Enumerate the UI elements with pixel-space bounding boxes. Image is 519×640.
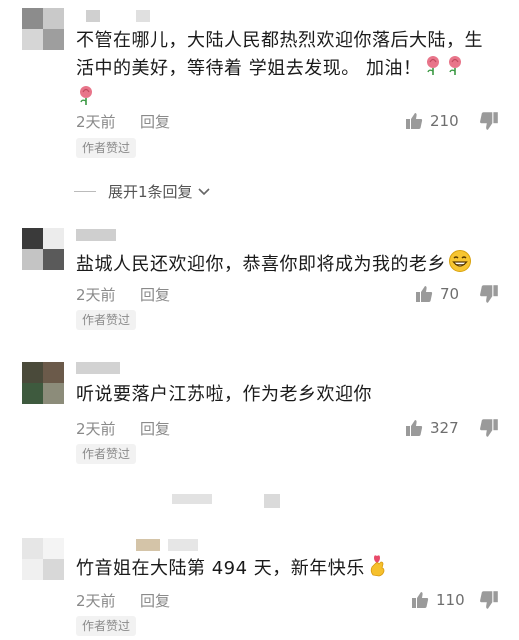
thumbs-up-icon	[406, 420, 423, 436]
avatar[interactable]	[22, 8, 64, 50]
like-button[interactable]: 110	[410, 589, 465, 611]
like-button[interactable]: 327	[404, 417, 459, 439]
like-count: 327	[430, 419, 459, 437]
author-liked-badge: 作者赞过	[76, 444, 137, 464]
username-blurred[interactable]	[76, 229, 166, 243]
thumbs-down-icon[interactable]	[478, 417, 500, 439]
like-count: 110	[436, 591, 465, 609]
thumbs-up-icon	[412, 592, 429, 608]
divider	[74, 191, 96, 192]
rose-icon	[445, 54, 465, 84]
chevron-down-icon	[197, 187, 210, 195]
thumbs-up-icon	[406, 113, 423, 129]
comment-time: 2天前	[76, 113, 116, 131]
thumbs-down-icon[interactable]	[478, 283, 500, 305]
comment-time: 2天前	[76, 592, 116, 610]
comment-text-content: 不管在哪儿，大陆人民都热烈欢迎你落后大陆，生活中的美好，等待着 学姐去发现。 加…	[76, 30, 483, 79]
username-blurred[interactable]	[76, 539, 216, 553]
reply-button[interactable]: 回复	[140, 590, 170, 611]
expand-replies-button[interactable]: 展开1条回复	[74, 181, 211, 202]
like-count: 210	[430, 112, 459, 130]
like-count: 70	[440, 285, 460, 303]
comment-text-content: 听说要落户江苏啦，作为老乡欢迎你	[76, 384, 372, 405]
comment-text: 听说要落户江苏啦，作为老乡欢迎你	[76, 382, 496, 408]
rose-icon	[423, 54, 443, 84]
comment-text: 不管在哪儿，大陆人民都热烈欢迎你落后大陆，生活中的美好，等待着 学姐去发现。 加…	[76, 28, 496, 114]
blurred-overlay	[264, 494, 280, 508]
comment-text: 盐城人民还欢迎你，恭喜你即将成为我的老乡	[76, 249, 496, 281]
comment-time: 2天前	[76, 286, 116, 304]
expand-replies-label: 展开1条回复	[108, 183, 193, 201]
like-button[interactable]: 70	[414, 283, 459, 305]
like-button[interactable]: 210	[404, 110, 459, 132]
reply-button[interactable]: 回复	[140, 418, 170, 439]
reply-button[interactable]: 回复	[140, 111, 170, 132]
thumbs-down-icon[interactable]	[478, 110, 500, 132]
avatar[interactable]	[22, 228, 64, 270]
avatar[interactable]	[22, 538, 64, 580]
grin-icon	[448, 249, 472, 281]
reply-button[interactable]: 回复	[140, 284, 170, 305]
blurred-overlay	[172, 494, 212, 504]
avatar[interactable]	[22, 362, 64, 404]
author-liked-badge: 作者赞过	[76, 310, 137, 330]
comment-text: 竹音姐在大陆第 494 天，新年快乐	[76, 553, 496, 585]
finger-heart-icon	[367, 553, 389, 585]
author-liked-badge: 作者赞过	[76, 616, 137, 636]
username-blurred[interactable]	[76, 362, 166, 376]
comment-text-content: 竹音姐在大陆第 494 天，新年快乐	[76, 558, 365, 579]
comment-time: 2天前	[76, 420, 116, 438]
thumbs-up-icon	[416, 286, 433, 302]
author-liked-badge: 作者赞过	[76, 138, 137, 158]
username-blurred[interactable]	[76, 10, 166, 24]
comment-text-content: 盐城人民还欢迎你，恭喜你即将成为我的老乡	[76, 254, 446, 275]
rose-icon	[76, 84, 96, 114]
thumbs-down-icon[interactable]	[478, 589, 500, 611]
